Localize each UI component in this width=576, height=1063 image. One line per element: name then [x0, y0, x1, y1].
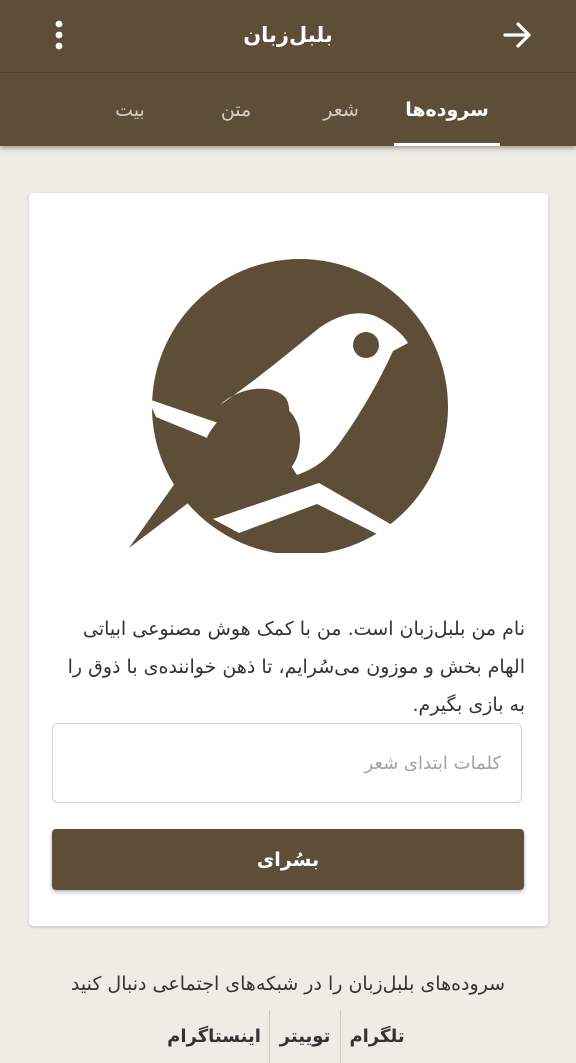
back-button[interactable]: [496, 16, 538, 54]
app-root: بلبل‌زبان سروده‌ها شعر متن بیت: [0, 0, 576, 1063]
tab-text[interactable]: متن: [200, 73, 272, 146]
poem-start-input[interactable]: [52, 723, 522, 803]
social-divider: [340, 1010, 341, 1063]
bird-logo: [129, 259, 448, 553]
composer-card: نام من بلبل‌زبان است. من با کمک هوش مصنو…: [29, 193, 548, 926]
tab-poems[interactable]: سروده‌ها: [394, 73, 500, 146]
twitter-link[interactable]: توییتر: [270, 1010, 340, 1063]
social-links: تلگرام توییتر اینستاگرام: [0, 1010, 576, 1063]
toolbar: بلبل‌زبان: [0, 0, 576, 72]
arrow-right-icon: [503, 22, 531, 48]
social-heading: سروده‌های بلبل‌زبان را در شبکه‌های اجتما…: [70, 973, 506, 995]
app-title: بلبل‌زبان: [243, 23, 333, 47]
telegram-link[interactable]: تلگرام: [341, 1010, 413, 1063]
tab-indicator: [394, 143, 500, 146]
tab-bar: سروده‌ها شعر متن بیت: [0, 73, 576, 146]
instagram-link[interactable]: اینستاگرام: [160, 1010, 268, 1063]
compose-button[interactable]: بسُرای: [52, 829, 524, 890]
social-divider: [269, 1010, 270, 1063]
tab-verse[interactable]: بیت: [94, 73, 166, 146]
tab-poem[interactable]: شعر: [305, 73, 377, 146]
app-bar: بلبل‌زبان سروده‌ها شعر متن بیت: [0, 0, 576, 146]
intro-text: نام من بلبل‌زبان است. من با کمک هوش مصنو…: [67, 618, 525, 716]
